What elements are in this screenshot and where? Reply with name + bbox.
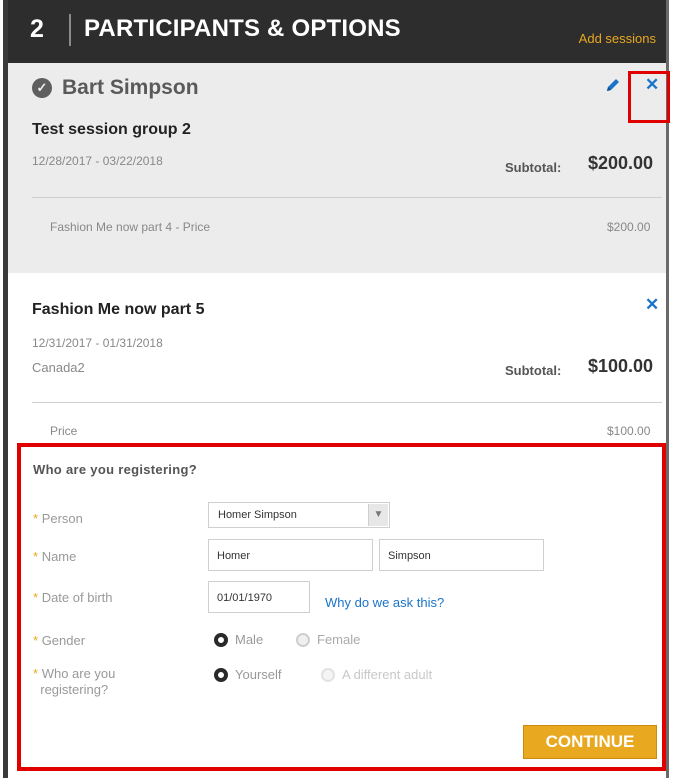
step-number: 2 — [30, 15, 44, 43]
first-name-input[interactable]: Homer — [208, 539, 373, 571]
registration-form: Who are you registering? * Person Homer … — [17, 443, 666, 771]
step-title: PARTICIPANTS & OPTIONS — [84, 15, 401, 42]
close-icon[interactable]: ✕ — [645, 295, 659, 315]
who-different-adult-radio[interactable] — [321, 668, 335, 682]
why-ask-link[interactable]: Why do we ask this? — [325, 595, 444, 610]
gender-male-label: Male — [235, 632, 264, 647]
gender-female-radio[interactable] — [296, 633, 310, 647]
line-item-price: $100.00 — [607, 424, 651, 438]
line-item-label: Price — [50, 424, 78, 438]
close-icon[interactable]: ✕ — [645, 75, 659, 95]
dob-input[interactable]: 01/01/1970 — [208, 581, 310, 613]
gender-female-label: Female — [317, 632, 361, 647]
session-dates: 12/31/2017 - 01/31/2018 — [32, 336, 163, 350]
form-heading: Who are you registering? — [33, 462, 197, 477]
dob-label: * Date of birth — [33, 590, 113, 605]
check-circle-icon: ✓ — [32, 78, 52, 98]
name-label: * Name — [33, 549, 77, 564]
last-name-input[interactable]: Simpson — [379, 539, 544, 571]
who-yourself-radio[interactable] — [214, 668, 228, 682]
line-item-label: Fashion Me now part 4 - Price — [50, 220, 211, 234]
continue-button[interactable]: CONTINUE — [523, 725, 657, 759]
subtotal-value: $200.00 — [588, 153, 654, 173]
person-select[interactable]: Homer Simpson ▼ — [208, 502, 390, 528]
divider — [32, 402, 662, 403]
step-header: 2 PARTICIPANTS & OPTIONS Add sessions — [8, 0, 666, 63]
subtotal-value: $100.00 — [588, 356, 654, 376]
person-label: * Person — [33, 511, 83, 526]
add-sessions-link[interactable]: Add sessions — [579, 31, 656, 46]
session-section: Fashion Me now part 5 ✕ 12/31/2017 - 01/… — [8, 273, 666, 443]
line-item-price: $200.00 — [607, 220, 651, 234]
who-different-adult-label: A different adult — [342, 667, 433, 682]
session-title: Fashion Me now part 5 — [32, 301, 205, 318]
subtotal-label: Subtotal: — [505, 160, 562, 175]
gender-male-radio[interactable] — [214, 633, 228, 647]
session-location: Canada2 — [32, 360, 85, 375]
participant-name: Bart Simpson — [62, 76, 199, 99]
subtotal-label: Subtotal: — [505, 363, 562, 378]
session-group-title: Test session group 2 — [32, 121, 191, 138]
chevron-down-icon[interactable]: ▼ — [368, 504, 388, 526]
who-label: * Who are you registering? — [33, 666, 116, 697]
registration-panel: 2 PARTICIPANTS & OPTIONS Add sessions ✓ … — [3, 0, 670, 778]
who-yourself-label: Yourself — [235, 667, 282, 682]
gender-label: * Gender — [33, 633, 86, 648]
session-group-dates: 12/28/2017 - 03/22/2018 — [32, 154, 163, 168]
pencil-icon[interactable] — [604, 76, 622, 94]
header-separator — [69, 14, 71, 46]
participant-section: ✓ Bart Simpson ✕ Test session group 2 12… — [8, 63, 670, 273]
divider — [32, 197, 662, 198]
